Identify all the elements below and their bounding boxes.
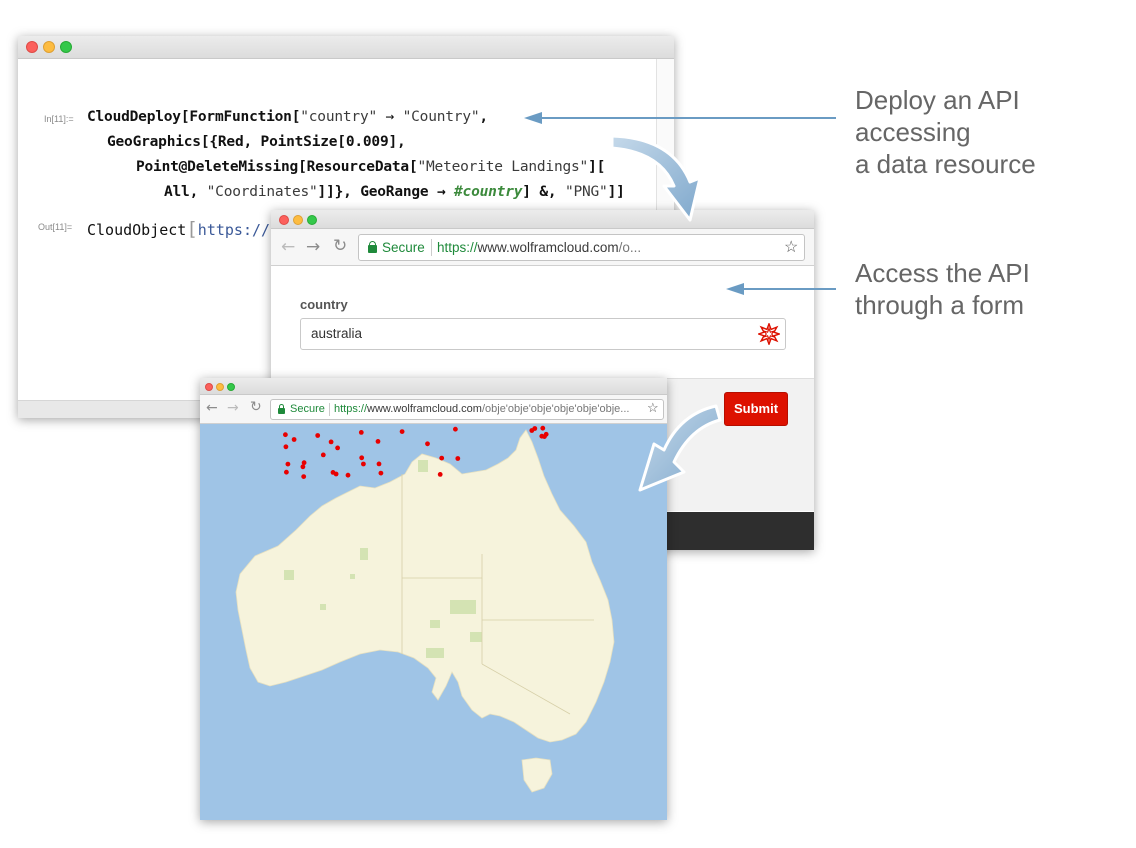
meteorite-point xyxy=(540,425,546,431)
notebook-titlebar xyxy=(18,36,674,59)
deploy-annotation: Deploy an API accessing a data resource xyxy=(855,84,1136,180)
meteorite-point xyxy=(283,432,288,438)
meteorite-point xyxy=(283,444,289,450)
zoom-window-button[interactable] xyxy=(307,215,317,225)
input-code-line-4[interactable]: All, "Coordinates"]]}, GeoRange → #count… xyxy=(164,184,625,200)
access-annotation-line-2: through a form xyxy=(855,290,1025,320)
minimize-window-button[interactable] xyxy=(43,41,55,53)
meteorite-point xyxy=(542,434,547,439)
country-input[interactable]: australia xyxy=(300,318,786,350)
country-field-label: country xyxy=(300,297,348,312)
meteorite-point xyxy=(439,455,445,461)
deploy-annotation-line-1: Deploy an API accessing xyxy=(855,85,1020,147)
meteorite-point xyxy=(455,456,461,461)
star-icon[interactable]: ☆ xyxy=(784,237,798,257)
zoom-window-button[interactable] xyxy=(227,383,235,391)
access-annotation: Access the API through a form xyxy=(855,257,1030,321)
close-window-button[interactable] xyxy=(26,41,38,53)
meteorite-point xyxy=(285,461,291,467)
meteorite-point xyxy=(378,470,384,476)
lock-icon xyxy=(368,241,377,253)
forward-arrow-icon[interactable]: → xyxy=(306,237,320,257)
map-browser-window: ← → ↻ Secure https://www.wolframcloud.co… xyxy=(200,378,667,820)
url-divider xyxy=(329,403,330,416)
input-code-line-1[interactable]: CloudDeploy[FormFunction["country" → "Co… xyxy=(87,109,488,125)
meteorite-point xyxy=(376,461,382,467)
meteorite-point xyxy=(284,469,289,475)
meteorite-point xyxy=(315,433,321,438)
wolfram-spikey-icon[interactable] xyxy=(758,323,780,345)
minimize-window-button[interactable] xyxy=(216,383,224,391)
submit-button[interactable]: Submit xyxy=(724,392,788,426)
output-cloud-object[interactable]: CloudObject[https:// xyxy=(87,218,270,240)
minimize-window-button[interactable] xyxy=(293,215,303,225)
input-cell-label: In[11]:= xyxy=(44,114,74,124)
secure-label: Secure xyxy=(382,240,425,255)
meteorite-point xyxy=(425,441,430,447)
back-arrow-icon[interactable]: ← xyxy=(281,237,295,257)
url-text: https://www.wolframcloud.com/o... xyxy=(437,240,642,255)
meteorite-point xyxy=(335,445,340,451)
meteorite-point xyxy=(358,430,364,435)
meteorite-point xyxy=(291,437,297,442)
lock-icon xyxy=(278,404,285,414)
output-cell-label: Out[11]= xyxy=(38,222,73,232)
browser-toolbar: ← → ↻ Secure https://www.wolframcloud.co… xyxy=(271,229,814,266)
meteorite-point xyxy=(375,439,381,444)
meteorite-point xyxy=(328,439,334,445)
meteorite-point xyxy=(361,461,366,467)
browser-toolbar: ← → ↻ Secure https://www.wolframcloud.co… xyxy=(200,395,667,424)
reload-icon[interactable]: ↻ xyxy=(250,399,262,415)
meteorite-point xyxy=(301,474,307,479)
meteorite-point xyxy=(437,472,443,477)
meteorite-point xyxy=(453,426,458,432)
url-text: https://www.wolframcloud.com/obje'obje'o… xyxy=(334,403,630,415)
address-bar[interactable]: Secure https://www.wolframcloud.com/obje… xyxy=(270,399,664,420)
deploy-annotation-line-2: a data resource xyxy=(855,149,1036,179)
meteorite-point xyxy=(359,455,365,461)
access-annotation-line-1: Access the API xyxy=(855,258,1030,288)
reload-icon[interactable]: ↻ xyxy=(333,236,347,256)
zoom-window-button[interactable] xyxy=(60,41,72,53)
secure-label: Secure xyxy=(290,403,325,415)
address-bar[interactable]: Secure https://www.wolframcloud.com/o...… xyxy=(358,234,805,261)
url-divider xyxy=(431,239,432,256)
close-window-button[interactable] xyxy=(279,215,289,225)
close-window-button[interactable] xyxy=(205,383,213,391)
meteorite-point xyxy=(320,452,326,458)
meteorite-point xyxy=(399,429,405,434)
meteorite-point xyxy=(345,472,351,478)
meteorite-map xyxy=(200,424,667,820)
input-code-line-2[interactable]: GeoGraphics[{Red, PointSize[0.009], xyxy=(107,134,406,150)
star-icon[interactable]: ☆ xyxy=(647,400,659,416)
meteorite-point xyxy=(301,460,307,466)
map-browser-titlebar xyxy=(200,378,667,395)
back-arrow-icon[interactable]: ← xyxy=(206,400,218,416)
form-browser-titlebar xyxy=(271,210,814,229)
meteorite-point xyxy=(529,428,535,433)
forward-arrow-icon[interactable]: → xyxy=(227,400,239,416)
input-code-line-3[interactable]: Point@DeleteMissing[ResourceData["Meteor… xyxy=(136,159,605,175)
meteorite-point xyxy=(333,471,339,477)
meteorite-point xyxy=(300,464,306,470)
country-input-value: australia xyxy=(311,326,363,341)
